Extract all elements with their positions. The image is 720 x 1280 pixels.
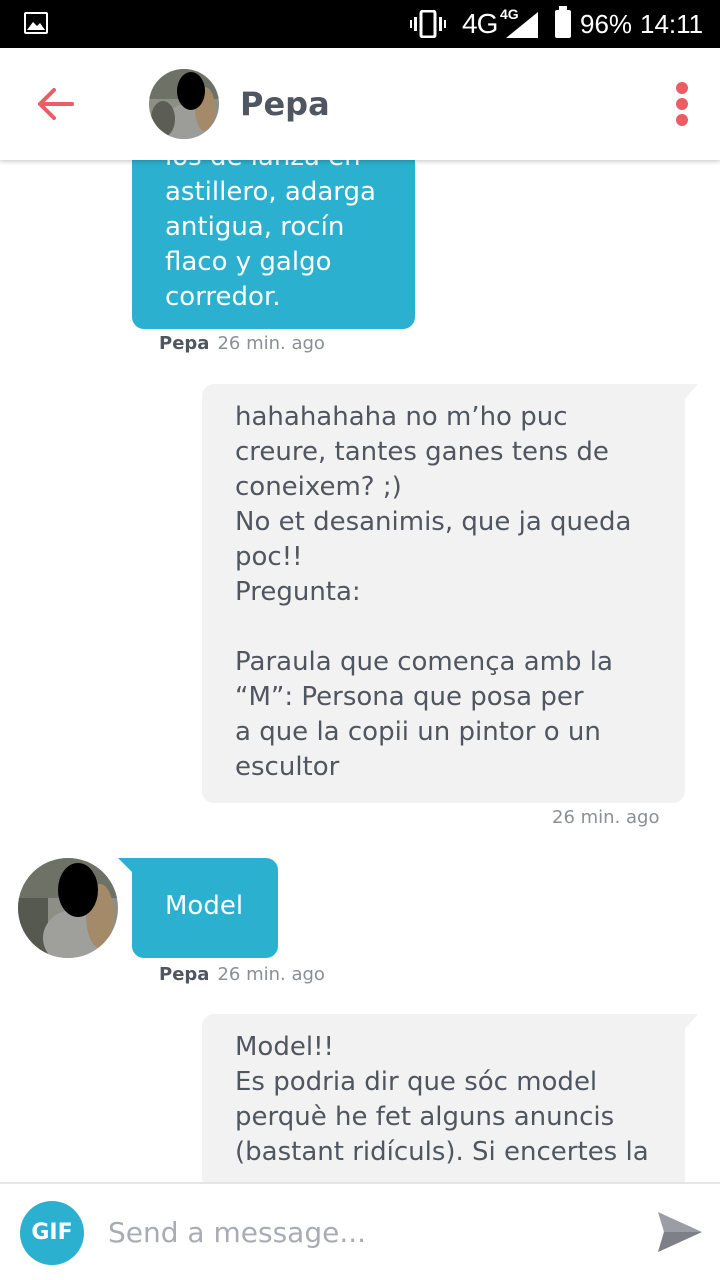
message-line: creure, tantes ganes tens de <box>235 437 609 467</box>
message-line: “M”: Persona que posa per <box>235 682 584 712</box>
message-line: Pregunta: <box>235 577 361 607</box>
outgoing-message-bubble[interactable]: hahahahaha no m’ho puc creure, tantes ga… <box>202 384 685 803</box>
message-line: astillero, adarga <box>165 177 376 207</box>
vibrate-icon <box>410 10 446 38</box>
bubble-tail <box>684 384 698 400</box>
avatar[interactable] <box>149 69 219 139</box>
message-input[interactable] <box>108 1206 628 1258</box>
network-type: 4G <box>462 8 498 39</box>
message-line: Es podria dir que sóc model <box>235 1067 598 1097</box>
chat-screen: 4G 4G 96% 14:11 Pepa astillero, adarga a… <box>0 0 720 1280</box>
chat-header: Pepa <box>0 48 720 160</box>
battery-percent: 96% <box>580 9 633 39</box>
message-line: poc!! <box>235 542 303 572</box>
message-line: los de lanza en <box>165 160 395 175</box>
incoming-message-bubble[interactable]: los de lanza en astillero, adarga antigu… <box>132 160 415 329</box>
message-list[interactable]: los de lanza en astillero, adarga antigu… <box>0 160 720 1182</box>
avatar[interactable] <box>18 858 118 958</box>
timestamp: 26 min. ago <box>217 333 325 354</box>
signal-icon <box>506 12 538 38</box>
message-line: Model!! <box>235 1032 334 1062</box>
message-line: corredor. <box>165 282 281 312</box>
back-arrow-icon[interactable] <box>34 82 78 126</box>
contact-name[interactable]: Pepa <box>240 82 330 126</box>
timestamp: 26 min. ago <box>217 964 325 985</box>
battery-icon <box>555 6 571 38</box>
message-line: Paraula que comença amb la <box>235 647 613 677</box>
message-meta: Pepa 26 min. ago <box>159 963 325 987</box>
message-line: a que la copii un pintor o un <box>235 717 601 747</box>
message-meta: 26 min. ago <box>552 806 659 830</box>
message-line: perquè he fet alguns anuncis <box>235 1102 615 1132</box>
bubble-tail <box>684 1014 698 1030</box>
message-line: flaco y galgo <box>165 247 332 277</box>
message-line <box>235 610 665 645</box>
more-vert-icon[interactable] <box>664 78 700 130</box>
sender-name: Pepa <box>159 333 210 354</box>
status-bar: 4G 4G 96% 14:11 <box>0 0 720 48</box>
sender-name: Pepa <box>159 964 210 985</box>
send-icon[interactable] <box>654 1206 706 1258</box>
message-line: coneixem? ;) <box>235 472 402 502</box>
message-line: hahahahaha no m’ho puc <box>235 402 568 432</box>
message-line: (bastant ridículs). Si encertes la <box>235 1137 649 1167</box>
message-line: antigua, rocín <box>165 212 345 242</box>
message-meta: Pepa 26 min. ago <box>159 332 325 356</box>
message-line: Model <box>165 891 244 921</box>
image-notification-icon <box>24 12 48 34</box>
gif-button[interactable]: GIF <box>20 1201 84 1265</box>
incoming-message-bubble[interactable]: Model <box>132 858 278 958</box>
clock: 14:11 <box>640 9 704 39</box>
timestamp: 26 min. ago <box>552 807 660 828</box>
message-composer: GIF <box>0 1182 720 1280</box>
message-line: No et desanimis, que ja queda <box>235 507 632 537</box>
message-line: escultor <box>235 752 340 782</box>
outgoing-message-bubble[interactable]: Model!! Es podria dir que sóc model perq… <box>202 1014 685 1182</box>
